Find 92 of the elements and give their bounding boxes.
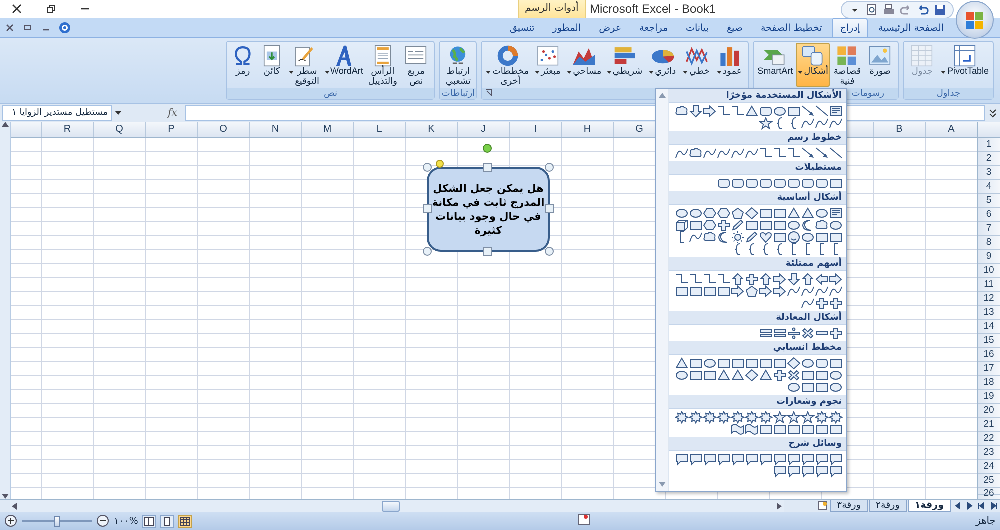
name-box[interactable]: مستطيل مستدير الزوايا ١ (2, 105, 112, 121)
ribbon-tab[interactable]: عرض (591, 18, 630, 37)
contextual-tab-label: أدوات الرسم (518, 0, 586, 20)
section-title: أشكال أساسية (777, 192, 842, 202)
row-header[interactable]: 25 (978, 474, 1000, 488)
sheet-tab[interactable]: ورقة٣ (830, 500, 868, 512)
row-header[interactable]: 12 (978, 292, 1000, 306)
group-label: نص (324, 88, 338, 98)
ribbon-button[interactable]: مخططات أخرى (484, 43, 532, 87)
row-header[interactable]: 13 (978, 306, 1000, 320)
row-header[interactable]: 1 (978, 138, 1000, 152)
row-header[interactable]: 23 (978, 446, 1000, 460)
ribbon-button[interactable]: رمز (229, 43, 258, 87)
ribbon-button[interactable]: ارتباط تشعبي (442, 43, 474, 87)
row-header[interactable]: 7 (978, 222, 1000, 236)
ribbon-tab[interactable]: بيانات (678, 18, 717, 37)
ribbon-button[interactable]: دائري (646, 43, 680, 87)
ribbon-tab[interactable]: تخطيط الصفحة (752, 18, 830, 37)
ribbon-tab[interactable]: الصفحة الرئيسية (870, 18, 952, 37)
ribbon-button[interactable]: صورة (864, 43, 896, 87)
column-header[interactable]: Q (93, 122, 145, 137)
section-title: خطوط رسم (788, 132, 842, 142)
ribbon-button[interactable]: مساحي (565, 43, 604, 87)
ribbon-button[interactable]: WordArt (322, 43, 366, 87)
row-header[interactable]: 9 (978, 250, 1000, 264)
row-header[interactable]: 8 (978, 236, 1000, 250)
shape-text: هل يمكن جعل الشكل المدرج ثابت في مكانة في حال وجود بيانات كثيرة (432, 182, 545, 238)
row-header[interactable]: 22 (978, 432, 1000, 446)
name-box-value: مستطيل مستدير الزوايا ١ (12, 108, 108, 118)
ribbon-tab[interactable]: تنسيق (502, 18, 543, 37)
ribbon-tab[interactable]: صيغ (718, 18, 751, 37)
ribbon-button[interactable]: مبعثر (532, 43, 564, 87)
ribbon-button[interactable]: كائن (258, 43, 286, 87)
row-header[interactable]: 15 (978, 334, 1000, 348)
window-title: Microsoft Excel - Book1 (590, 2, 716, 16)
status-text: جاهز (976, 516, 996, 526)
row-header[interactable]: 5 (978, 194, 1000, 208)
ribbon-button[interactable]: شريطي (604, 43, 645, 87)
column-header[interactable]: L (353, 122, 405, 137)
row-header[interactable]: 24 (978, 460, 1000, 474)
ribbon-tab[interactable]: إدراج (832, 18, 868, 37)
section-title: الأشكال المستخدمة مؤخرًا (726, 90, 842, 100)
row-header[interactable]: 4 (978, 180, 1000, 194)
ribbon-button[interactable]: أشكال (796, 43, 830, 87)
column-header[interactable]: K (405, 122, 457, 137)
column-header[interactable]: A (925, 122, 977, 137)
row-header[interactable]: 26 (978, 488, 1000, 495)
column-header[interactable]: H (561, 122, 613, 137)
ribbon-button[interactable]: مربع نص (400, 43, 432, 87)
section-title: مستطيلات (795, 162, 842, 172)
row-header[interactable]: 6 (978, 208, 1000, 222)
column-header[interactable]: N (249, 122, 301, 137)
column-header[interactable]: M (301, 122, 353, 137)
section-title: مخطط انسيابي (773, 342, 842, 352)
row-header[interactable]: 16 (978, 348, 1000, 362)
column-header[interactable]: R (41, 122, 93, 137)
sheet-tab[interactable]: ورقة١ (908, 500, 951, 512)
ribbon-button[interactable]: PivotTable (939, 43, 991, 87)
row-header[interactable]: 10 (978, 264, 1000, 278)
ribbon-button[interactable]: عمود (714, 43, 746, 87)
rounded-rectangle-shape[interactable]: هل يمكن جعل الشكل المدرج ثابت في مكانة في حال وجود بيانات كثيرة (427, 167, 550, 252)
row-header[interactable]: 3 (978, 166, 1000, 180)
insert-function-label[interactable]: fx (168, 108, 182, 118)
ribbon-tab[interactable]: المطور (544, 18, 590, 37)
row-header[interactable]: 17 (978, 362, 1000, 376)
row-header[interactable]: 21 (978, 418, 1000, 432)
zoom-level[interactable]: %١٠٠ (114, 516, 138, 526)
row-header[interactable]: 20 (978, 404, 1000, 418)
row-header[interactable]: 11 (978, 278, 1000, 292)
column-header[interactable]: B (873, 122, 925, 137)
row-header[interactable]: 18 (978, 376, 1000, 390)
column-header[interactable]: O (197, 122, 249, 137)
row-header[interactable]: 14 (978, 320, 1000, 334)
ribbon-tab[interactable]: مراجعة (632, 18, 676, 37)
group-label: ارتباطات (442, 88, 476, 98)
column-header[interactable]: J (457, 122, 509, 137)
row-header[interactable]: 2 (978, 152, 1000, 166)
section-title: أسهم ممتلئة (786, 258, 842, 268)
group-label: جداول (936, 88, 961, 98)
section-title: وسائل شرح (788, 438, 842, 448)
column-header[interactable]: P (145, 122, 197, 137)
section-title: أشكال المعادلة (776, 312, 842, 322)
ribbon-button[interactable]: خطي (680, 43, 713, 87)
ribbon-button[interactable]: SmartArt (756, 43, 796, 87)
sheet-tab[interactable]: ورقة٢ (868, 500, 907, 512)
row-header[interactable]: 19 (978, 390, 1000, 404)
group-label: رسومات (852, 88, 884, 98)
ribbon-button[interactable]: الرأس والتذييل (366, 43, 400, 87)
ribbon-button[interactable]: سطر التوقيع (287, 43, 322, 87)
column-header[interactable]: I (509, 122, 561, 137)
ribbon-button[interactable]: قصاصة فنية (831, 43, 864, 87)
section-title: نجوم وشعارات (776, 396, 842, 406)
